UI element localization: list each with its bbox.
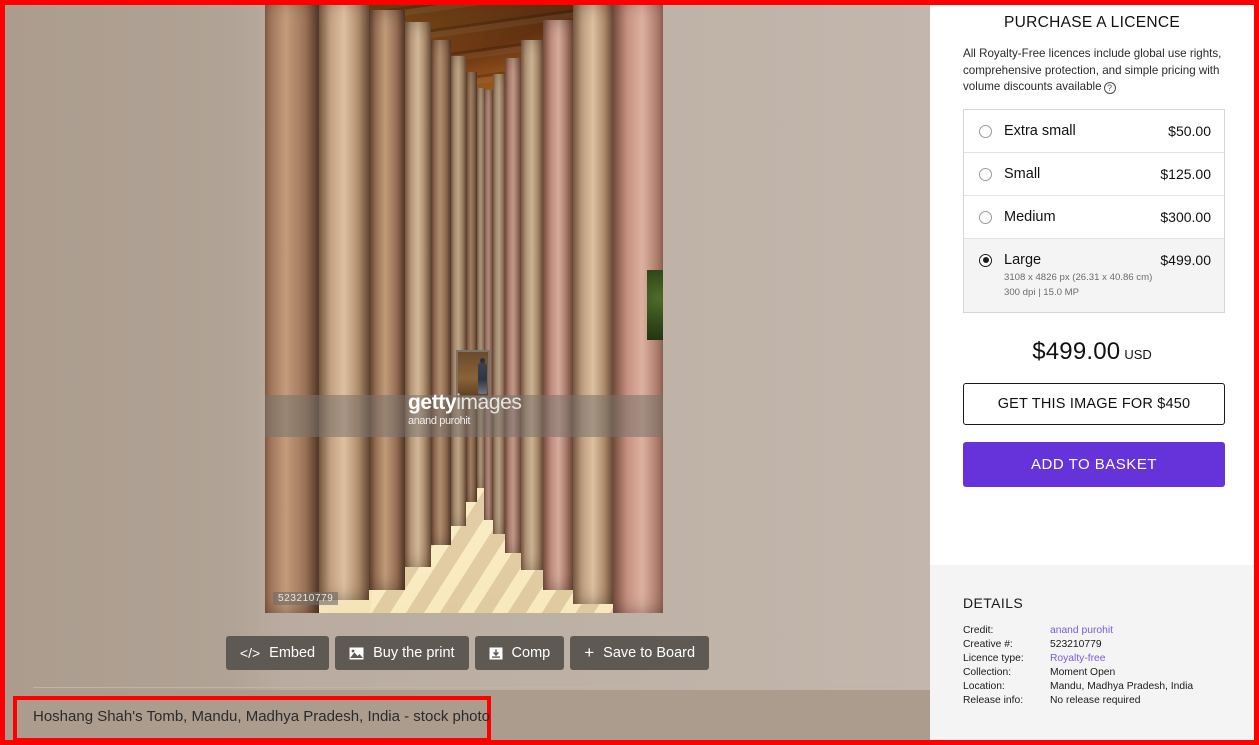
details-key-creative-number: Creative #: xyxy=(963,638,1013,650)
table-row: Licence type: Royalty-free xyxy=(963,651,1193,665)
size-option-small[interactable]: Small $125.00 xyxy=(964,153,1224,196)
size-option-extra-small[interactable]: Extra small $50.00 xyxy=(964,110,1224,153)
total-price-currency: USD xyxy=(1124,346,1152,362)
size-label-medium: Medium xyxy=(1004,208,1056,225)
pillar xyxy=(319,0,369,600)
details-value-credit: anand purohit xyxy=(1050,623,1193,637)
walking-person xyxy=(477,358,487,394)
details-value-location: Mandu, Madhya Pradesh, India xyxy=(1050,680,1194,692)
watermark-brand-bold: getty xyxy=(408,391,457,414)
comp-button[interactable]: Comp xyxy=(474,636,565,670)
table-row: Creative #: 523210779 xyxy=(963,637,1193,651)
pillar xyxy=(484,90,493,520)
size-price-medium: $300.00 xyxy=(1160,208,1211,225)
purchase-panel: PURCHASE A LICENCE All Royalty-Free lice… xyxy=(930,0,1254,745)
foliage xyxy=(647,270,663,340)
licence-blurb-text: All Royalty-Free licences include global… xyxy=(963,47,1222,93)
size-label-large: Large xyxy=(1004,251,1042,268)
caption-divider xyxy=(33,687,901,688)
pillar xyxy=(466,72,477,502)
save-to-board-button[interactable]: + Save to Board xyxy=(570,636,710,670)
radio-small[interactable] xyxy=(979,167,992,181)
pillar xyxy=(369,10,405,590)
size-price-small: $125.00 xyxy=(1160,165,1211,182)
getty-watermark: gettyimages anand purohit xyxy=(408,391,522,428)
details-key-location: Location: xyxy=(963,680,1005,692)
pillar xyxy=(543,20,573,590)
download-comp-icon xyxy=(489,647,503,660)
total-price-amount: $499.00 xyxy=(1032,337,1121,365)
pillar xyxy=(451,56,466,526)
details-section: DETAILS Credit: anand purohit Creative #… xyxy=(930,565,1254,745)
licence-blurb: All Royalty-Free licences include global… xyxy=(963,46,1223,96)
buy-the-print-label: Buy the print xyxy=(373,645,455,661)
pillar xyxy=(405,22,431,567)
pillar xyxy=(505,58,521,553)
code-embed-icon: </> xyxy=(239,645,261,661)
embed-button-label: Embed xyxy=(269,645,316,661)
size-label-extra-small: Extra small xyxy=(1004,122,1076,139)
size-price-extra-small: $50.00 xyxy=(1168,122,1211,139)
pillar xyxy=(521,40,543,570)
size-dimensions-large: 3108 x 4826 px (26.31 x 40.86 cm) xyxy=(1004,271,1153,283)
radio-medium[interactable] xyxy=(979,210,992,224)
help-circle-icon[interactable]: ? xyxy=(1103,82,1116,94)
total-price: $499.00 USD xyxy=(930,338,1254,366)
pillar xyxy=(493,74,505,534)
photo-canvas xyxy=(265,0,663,613)
save-to-board-label: Save to Board xyxy=(603,645,696,661)
size-option-list: Extra small $50.00 Small $125.00 Medium … xyxy=(963,108,1225,313)
details-value-collection: Moment Open xyxy=(1050,666,1116,678)
image-detail-main-column: gettyimages anand purohit 523210779 </> … xyxy=(5,0,930,745)
table-row: Release info: No release required xyxy=(963,693,1193,707)
size-price-large: $499.00 xyxy=(1160,251,1211,268)
size-option-large[interactable]: Large 3108 x 4826 px (26.31 x 40.86 cm) … xyxy=(964,238,1224,312)
watermark-author: anand purohit xyxy=(408,415,471,427)
pillar xyxy=(431,40,451,545)
primary-photo[interactable]: gettyimages anand purohit 523210779 xyxy=(265,0,663,613)
table-row: Credit: anand purohit xyxy=(963,623,1193,637)
details-value-creative-number: 523210779 xyxy=(1050,638,1102,650)
table-row: Collection: Moment Open xyxy=(963,665,1193,679)
purchase-panel-title: PURCHASE A LICENCE xyxy=(1004,14,1180,31)
details-key-credit: Credit: xyxy=(963,624,994,636)
radio-extra-small[interactable] xyxy=(979,124,992,138)
photo-caption: Hoshang Shah's Tomb, Mandu, Madhya Prade… xyxy=(33,708,491,725)
comp-button-label: Comp xyxy=(511,645,551,661)
details-key-release-info: Release info: xyxy=(963,694,1024,706)
size-resolution-large: 300 dpi | 15.0 MP xyxy=(1004,287,1080,298)
details-key-licence-type: Licence type: xyxy=(963,652,1024,664)
pillar xyxy=(573,4,613,604)
details-table: Credit: anand purohit Creative #: 523210… xyxy=(963,623,1193,707)
print-image-icon xyxy=(349,647,364,660)
size-option-medium[interactable]: Medium $300.00 xyxy=(964,196,1224,239)
details-key-collection: Collection: xyxy=(963,666,1012,678)
radio-large[interactable] xyxy=(979,253,992,267)
image-action-toolbar: </> Embed Buy the print Comp + Save to B… xyxy=(5,636,930,670)
asset-id-watermark: 523210779 xyxy=(273,592,339,605)
credit-link[interactable]: anand purohit xyxy=(1050,625,1113,636)
add-to-basket-button[interactable]: ADD TO BASKET xyxy=(963,441,1225,487)
licence-type-link[interactable]: Royalty-free xyxy=(1050,653,1106,664)
details-title: DETAILS xyxy=(963,595,1024,611)
embed-button[interactable]: </> Embed xyxy=(225,636,330,670)
size-label-small: Small xyxy=(1004,165,1041,182)
table-row: Location: Mandu, Madhya Pradesh, India xyxy=(963,679,1193,693)
buy-the-print-button[interactable]: Buy the print xyxy=(335,636,469,670)
details-value-licence-type: Royalty-free xyxy=(1050,651,1193,665)
pillar xyxy=(265,0,319,613)
plus-icon: + xyxy=(584,643,595,662)
details-value-release-info: No release required xyxy=(1050,694,1141,706)
watermark-brand-light: images xyxy=(456,391,522,414)
get-this-image-button[interactable]: GET THIS IMAGE FOR $450 xyxy=(963,382,1225,425)
